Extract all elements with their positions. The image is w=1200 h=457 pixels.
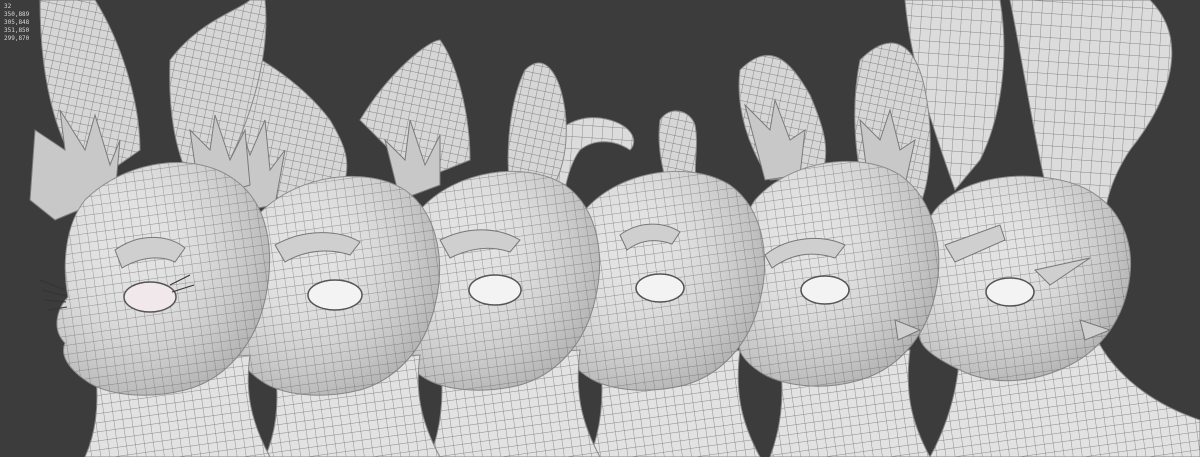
scene-stats-overlay: 32 350,889 305,848 351,850 299,870 xyxy=(4,3,29,43)
3d-viewport[interactable]: 32 350,889 305,848 351,850 299,870 xyxy=(0,0,1200,457)
stat-line: 32 xyxy=(4,3,12,10)
eye-socket xyxy=(985,277,1035,307)
stat-line: 299,870 xyxy=(4,35,30,42)
eye-socket xyxy=(123,281,177,313)
eye-socket xyxy=(307,279,363,311)
eye-socket xyxy=(635,273,685,303)
stat-line: 351,850 xyxy=(4,27,30,34)
head-model-6[interactable] xyxy=(904,0,1200,457)
mesh-render xyxy=(29,0,1200,457)
head-model-1[interactable] xyxy=(29,0,271,457)
eye-socket xyxy=(468,274,522,306)
stat-line: 350,889 xyxy=(4,11,30,18)
stat-line: 305,848 xyxy=(4,19,30,26)
eye-socket xyxy=(800,275,850,305)
